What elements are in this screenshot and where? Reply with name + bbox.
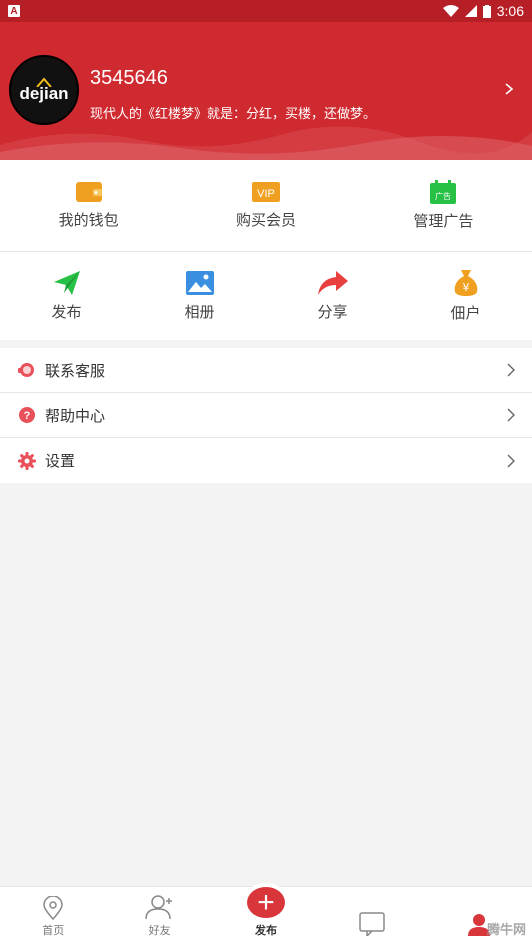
nav-home-label: 首页: [42, 925, 65, 937]
share-button[interactable]: 分享: [266, 252, 399, 340]
wallet-icon: [75, 182, 102, 202]
nav-home[interactable]: 首页: [0, 887, 106, 944]
publish-button[interactable]: 发布: [0, 252, 133, 340]
header-wave-decoration: [0, 126, 532, 160]
feature-row: 发布 相册 分享 ¥ 佃户: [0, 252, 532, 340]
wifi-icon: [442, 5, 459, 17]
username: 3545646: [90, 67, 168, 89]
quick-actions-row: 我的钱包 VIP 购买会员 广告 管理广告: [0, 160, 532, 251]
message-icon: [359, 912, 386, 936]
menu-label-customer-service: 联系客服: [45, 362, 106, 380]
chevron-right-icon: [507, 454, 515, 467]
ad-badge-text: 广告: [435, 191, 451, 201]
menu-label-settings: 设置: [45, 453, 76, 470]
menu-item-help[interactable]: ? 帮助中心: [0, 393, 532, 438]
chevron-right-icon: [507, 408, 515, 422]
photo-icon: [185, 270, 214, 295]
vip-badge-text: VIP: [257, 188, 275, 200]
settings-icon: [18, 451, 36, 470]
album-button[interactable]: 相册: [133, 252, 266, 340]
nav-publish-label: 发布: [255, 925, 278, 937]
nav-friends-label: 好友: [148, 925, 171, 937]
avatar-logo-text: dejian: [19, 83, 69, 103]
status-bar: A 3:06: [0, 0, 532, 22]
album-label: 相册: [184, 303, 215, 321]
manage-ads-label: 管理广告: [413, 213, 474, 230]
app-notification-icon: A: [8, 5, 20, 17]
profile-motto: 现代人的《红楼梦》就是：分红，买楼，还做梦。: [90, 106, 377, 121]
send-icon: [53, 270, 80, 295]
friends-icon: [144, 895, 172, 920]
plus-icon: +: [247, 887, 286, 918]
signal-icon: [464, 5, 477, 17]
clock: 3:06: [496, 3, 524, 19]
nav-publish[interactable]: + 发布: [213, 887, 319, 944]
svg-text:¥: ¥: [462, 281, 469, 294]
menu-item-settings[interactable]: 设置: [0, 438, 532, 483]
buy-vip-label: 购买会员: [235, 212, 296, 229]
money-bag-icon: ¥: [454, 269, 477, 296]
bottom-nav: 首页 好友 + 发布: [0, 886, 532, 944]
settings-menu: 联系客服 ? 帮助中心 设置: [0, 348, 532, 483]
profile-header[interactable]: dejian 3545646 现代人的《红楼梦》就是：分红，买楼，还做梦。: [0, 22, 532, 160]
tenant-button[interactable]: ¥ 佃户: [399, 252, 532, 340]
chevron-right-icon[interactable]: [502, 82, 516, 96]
watermark: 腾牛网: [486, 922, 526, 937]
menu-label-help: 帮助中心: [45, 407, 106, 425]
chevron-right-icon: [507, 363, 515, 377]
nav-messages[interactable]: [319, 887, 425, 944]
manage-ads-button[interactable]: 广告 管理广告: [355, 160, 532, 251]
wallet-button[interactable]: 我的钱包: [0, 160, 177, 251]
share-label: 分享: [317, 303, 348, 321]
battery-icon: [482, 4, 491, 18]
avatar[interactable]: dejian: [9, 55, 79, 125]
svg-text:?: ?: [24, 410, 31, 422]
nav-friends[interactable]: 好友: [106, 887, 212, 944]
share-icon: [317, 270, 348, 295]
vip-icon: VIP: [251, 182, 280, 202]
wallet-label: 我的钱包: [58, 212, 119, 229]
buy-vip-button[interactable]: VIP 购买会员: [177, 160, 354, 251]
customer-service-icon: [18, 361, 36, 379]
location-icon: [43, 896, 63, 920]
publish-label: 发布: [51, 303, 82, 321]
help-icon: ?: [18, 406, 36, 424]
menu-item-customer-service[interactable]: 联系客服: [0, 348, 532, 393]
tenant-label: 佃户: [450, 304, 481, 322]
ad-calendar-icon: 广告: [430, 180, 457, 204]
